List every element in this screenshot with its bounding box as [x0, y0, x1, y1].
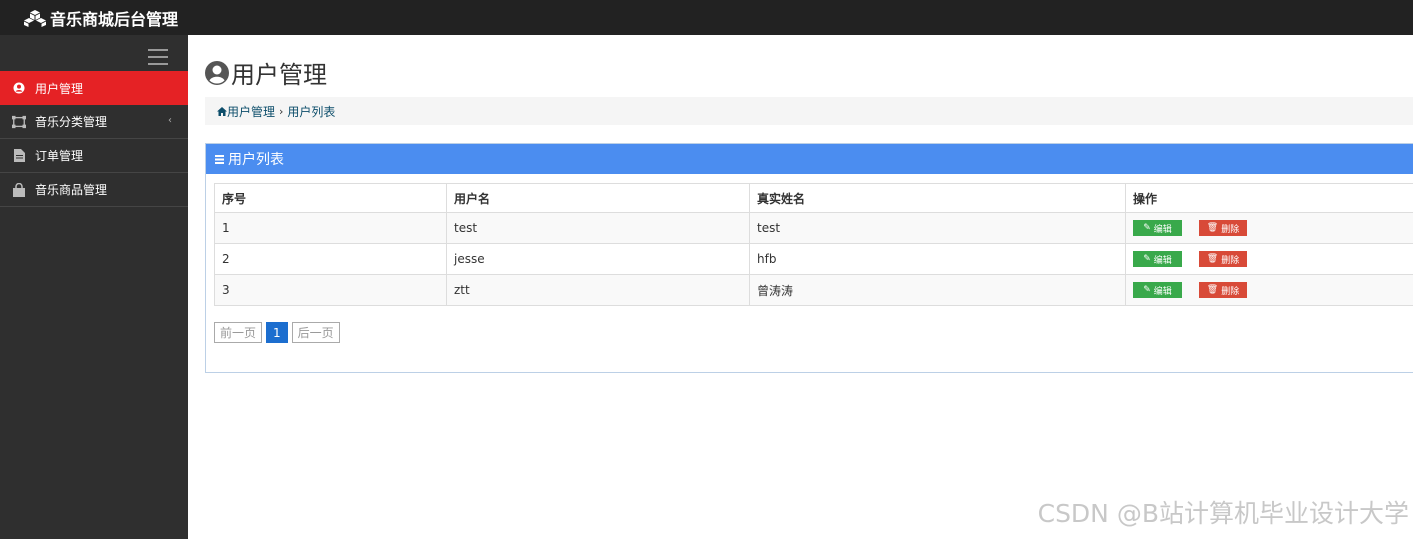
- delete-button[interactable]: 🗑 删除: [1199, 220, 1247, 236]
- edit-button[interactable]: ✎ 编辑: [1133, 251, 1182, 267]
- cell-id: 1: [214, 212, 447, 244]
- cell-realname: hfb: [749, 243, 1126, 275]
- cell-actions: ✎ 编辑 🗑 删除: [1125, 212, 1413, 244]
- cell-id: 3: [214, 274, 447, 306]
- pagination: 前一页 1 后一页: [214, 322, 340, 343]
- table-header-row: 序号 用户名 真实姓名 操作: [214, 183, 1413, 213]
- sidebar-toggle-bar: [0, 35, 188, 71]
- user-list-panel: 用户列表 序号 用户名 真实姓名 操作 1 test test ✎ 编辑 🗑 删除: [205, 143, 1413, 373]
- column-header-id: 序号: [214, 183, 447, 213]
- cell-username: ztt: [446, 274, 750, 306]
- panel-heading: 用户列表: [206, 144, 1413, 174]
- cell-realname: test: [749, 212, 1126, 244]
- delete-button-label: 删除: [1221, 286, 1240, 297]
- sidebar-item-label: 音乐商品管理: [35, 183, 108, 197]
- edit-icon: ✎: [1143, 223, 1151, 233]
- trash-icon: 🗑: [1206, 254, 1219, 264]
- trash-icon: 🗑: [1206, 285, 1219, 295]
- sidebar: 用户管理 音乐分类管理 ‹ 订单管理 音乐商品管理: [0, 35, 188, 539]
- cell-actions: ✎ 编辑 🗑 删除: [1125, 274, 1413, 306]
- main-content: 用户管理 用户管理 › 用户列表 用户列表 序号 用户名 真实姓名 操作 1 t…: [188, 35, 1413, 539]
- cell-id: 2: [214, 243, 447, 275]
- delete-button[interactable]: 🗑 删除: [1199, 251, 1247, 267]
- column-header-actions: 操作: [1125, 183, 1413, 213]
- list-icon: [215, 154, 224, 164]
- user-circle-icon: [205, 60, 229, 85]
- app-title[interactable]: 音乐商城后台管理: [50, 6, 178, 30]
- cell-username: jesse: [446, 243, 750, 275]
- user-table: 序号 用户名 真实姓名 操作 1 test test ✎ 编辑 🗑 删除 2 j…: [214, 183, 1413, 306]
- edit-button-label: 编辑: [1153, 286, 1172, 297]
- cell-username: test: [446, 212, 750, 244]
- breadcrumb-current[interactable]: 用户列表: [287, 103, 335, 120]
- user-circle-icon: [12, 81, 26, 95]
- sidebar-item-label: 音乐分类管理: [35, 115, 108, 129]
- table-row: 2 jesse hfb ✎ 编辑 🗑 删除: [214, 243, 1413, 275]
- watermark: CSDN @B站计算机毕业设计大学: [1037, 499, 1409, 528]
- edit-button-label: 编辑: [1153, 255, 1172, 266]
- breadcrumb: 用户管理 › 用户列表: [205, 97, 1413, 125]
- table-row: 3 ztt 曾涛涛 ✎ 编辑 🗑 删除: [214, 274, 1413, 306]
- edit-button[interactable]: ✎ 编辑: [1133, 282, 1182, 298]
- cell-actions: ✎ 编辑 🗑 删除: [1125, 243, 1413, 275]
- cell-realname: 曾涛涛: [749, 274, 1126, 306]
- prev-page-button[interactable]: 前一页: [214, 322, 263, 343]
- edit-icon: ✎: [1143, 285, 1151, 295]
- breadcrumb-home-link[interactable]: 用户管理: [227, 103, 275, 120]
- page-number-current[interactable]: 1: [266, 322, 288, 343]
- home-icon: [217, 106, 227, 116]
- delete-button[interactable]: 🗑 删除: [1199, 282, 1247, 298]
- next-page-button[interactable]: 后一页: [291, 322, 340, 343]
- sidebar-item-music-category[interactable]: 音乐分类管理 ‹: [0, 105, 188, 139]
- chevron-left-icon[interactable]: ‹: [168, 115, 172, 126]
- category-icon: [12, 115, 26, 129]
- trash-icon: 🗑: [1206, 223, 1219, 233]
- delete-button-label: 删除: [1221, 224, 1240, 235]
- table-row: 1 test test ✎ 编辑 🗑 删除: [214, 212, 1413, 244]
- panel-title: 用户列表: [228, 152, 284, 168]
- sidebar-item-label: 订单管理: [35, 149, 84, 163]
- hamburger-menu-icon[interactable]: [148, 49, 168, 65]
- shopping-bag-icon: [12, 182, 26, 197]
- page-title-text: 用户管理: [231, 61, 327, 89]
- column-header-realname: 真实姓名: [749, 183, 1126, 213]
- document-icon: [12, 149, 26, 163]
- page-title: 用户管理: [204, 55, 327, 90]
- breadcrumb-separator: ›: [279, 104, 284, 118]
- cubes-icon: [24, 9, 46, 27]
- edit-button[interactable]: ✎ 编辑: [1133, 220, 1182, 236]
- edit-icon: ✎: [1143, 254, 1151, 264]
- top-navbar: 音乐商城后台管理: [0, 0, 1413, 35]
- sidebar-item-orders[interactable]: 订单管理: [0, 139, 188, 173]
- column-header-username: 用户名: [446, 183, 750, 213]
- sidebar-item-label: 用户管理: [35, 81, 84, 96]
- sidebar-item-user-management[interactable]: 用户管理: [0, 71, 188, 105]
- edit-button-label: 编辑: [1153, 224, 1172, 235]
- delete-button-label: 删除: [1221, 255, 1240, 266]
- sidebar-item-music-products[interactable]: 音乐商品管理: [0, 173, 188, 207]
